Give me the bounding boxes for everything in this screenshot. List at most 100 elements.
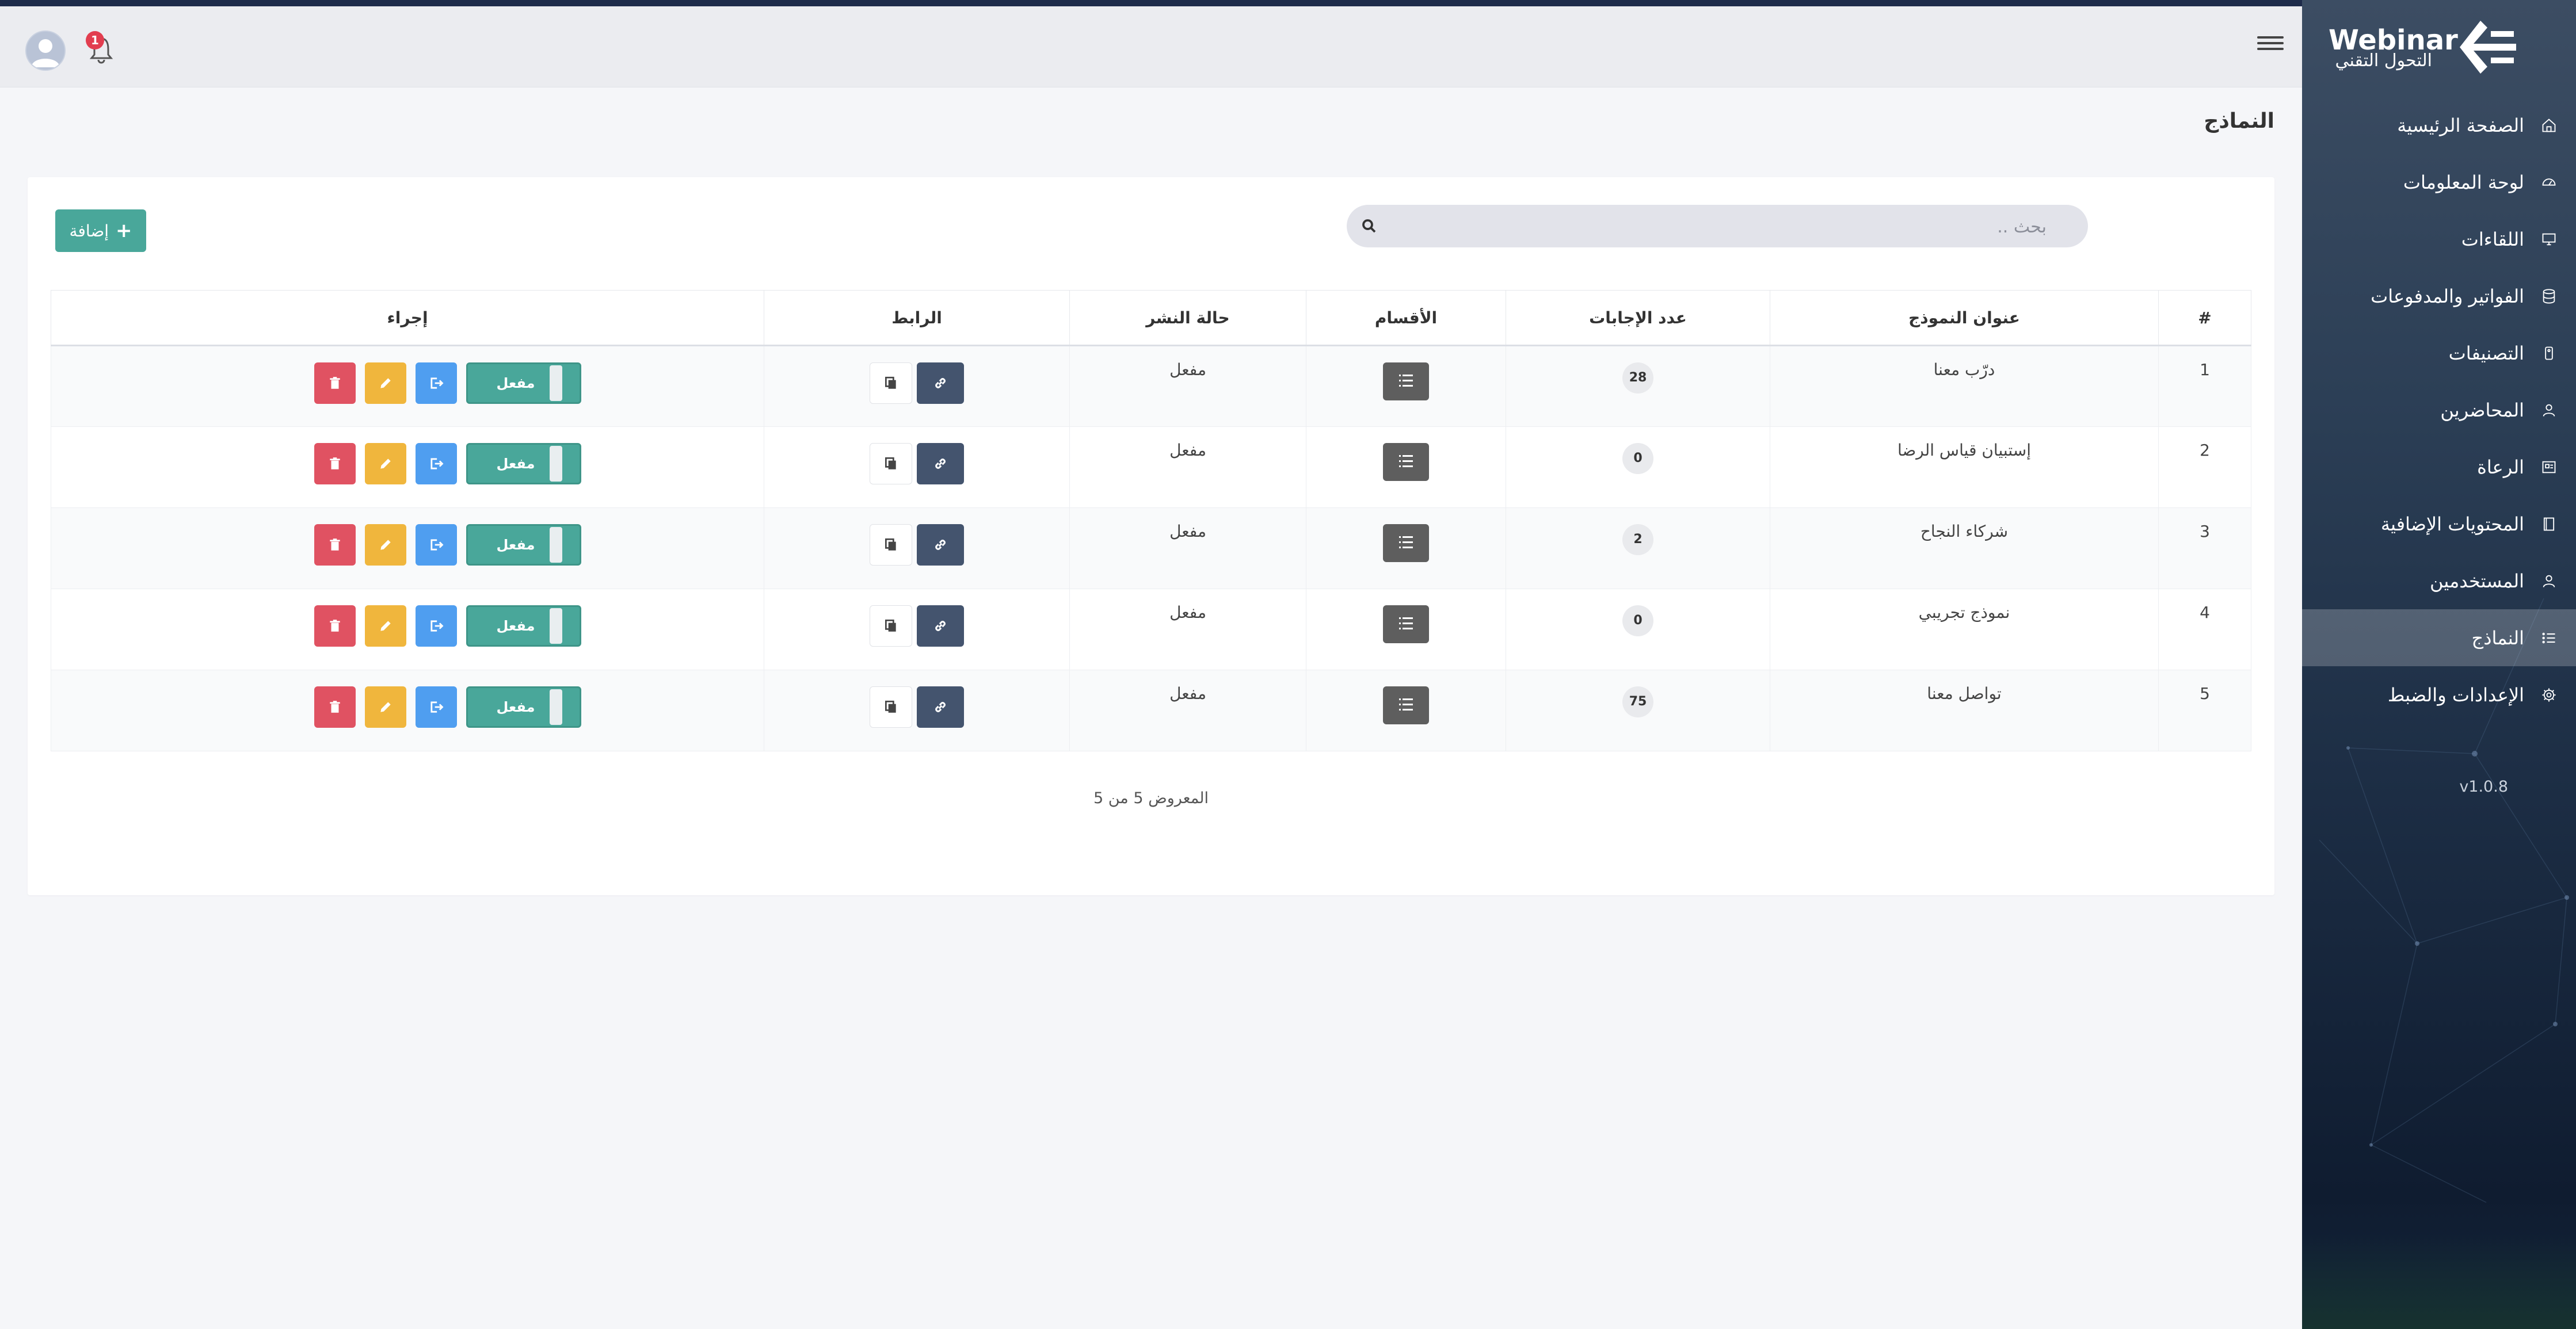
- col-header-action: إجراء: [51, 290, 764, 346]
- avatar[interactable]: [25, 30, 66, 71]
- delete-button[interactable]: [314, 443, 356, 484]
- sidebar-item-meetings[interactable]: اللقاءات: [2302, 211, 2576, 268]
- col-header-publish[interactable]: حالة النشر: [1069, 290, 1306, 346]
- sidebar-item-forms[interactable]: النماذج: [2302, 609, 2576, 666]
- cell-title: شركاء النجاح: [1770, 507, 2159, 589]
- sidebar-bottom: [2302, 1237, 2576, 1329]
- sidebar-item-settings[interactable]: الإعدادات والضبط: [2302, 666, 2576, 723]
- col-header-num: #: [2158, 290, 2251, 346]
- toggle-knob: [550, 608, 562, 644]
- copy-link-button[interactable]: [870, 524, 912, 566]
- edit-button[interactable]: [365, 362, 406, 404]
- trash-icon: [330, 620, 340, 632]
- col-header-link: الرابط: [764, 290, 1070, 346]
- toggle-label: مفعل: [496, 699, 535, 715]
- cell-publish: مفعل: [1069, 589, 1306, 670]
- sidebar-item-categories[interactable]: التصنيفات: [2302, 324, 2576, 381]
- table-row: 4 نموذج تجريبي 0 مفعل مفعل: [51, 589, 2251, 670]
- export-button[interactable]: [416, 524, 457, 566]
- logo-arrow-icon: [2460, 21, 2516, 74]
- dashboard-icon: [2540, 174, 2558, 191]
- edit-button[interactable]: [365, 686, 406, 728]
- edit-button[interactable]: [365, 605, 406, 647]
- pencil-icon: [380, 459, 391, 469]
- add-button[interactable]: + إضافة: [55, 209, 146, 252]
- export-icon: [430, 539, 444, 551]
- status-toggle[interactable]: مفعل: [466, 524, 581, 566]
- answers-badge: 2: [1622, 524, 1653, 555]
- status-toggle[interactable]: مفعل: [466, 362, 581, 404]
- list-icon: [1399, 455, 1413, 467]
- col-header-title[interactable]: عنوان النموذج: [1770, 290, 2159, 346]
- open-link-button[interactable]: [917, 605, 964, 647]
- table-row: 5 تواصل معنا 75 مفعل مفعل: [51, 670, 2251, 751]
- copy-icon: [885, 538, 896, 551]
- delete-button[interactable]: [314, 686, 356, 728]
- sidebar-item-extra-content[interactable]: المحتويات الإضافية: [2302, 495, 2576, 552]
- sidebar-item-users[interactable]: المستخدمين: [2302, 552, 2576, 609]
- sidebar-item-label: لوحة المعلومات: [2403, 171, 2524, 193]
- sections-button[interactable]: [1383, 362, 1429, 400]
- monitor-icon: [2540, 231, 2558, 248]
- copy-link-button[interactable]: [870, 443, 912, 484]
- open-link-button[interactable]: [917, 686, 964, 728]
- sidebar-item-invoices[interactable]: الفواتير والمدفوعات: [2302, 268, 2576, 324]
- search-input[interactable]: [1412, 205, 2048, 249]
- sections-button[interactable]: [1383, 524, 1429, 562]
- sections-button[interactable]: [1383, 443, 1429, 481]
- cell-sections: [1306, 589, 1506, 670]
- toggle-label: مفعل: [496, 618, 535, 634]
- export-button[interactable]: [416, 443, 457, 484]
- copy-link-button[interactable]: [870, 362, 912, 404]
- copy-icon: [885, 457, 896, 469]
- col-header-answers[interactable]: عدد الإجابات: [1506, 290, 1770, 346]
- copy-link-button[interactable]: [870, 605, 912, 647]
- export-button[interactable]: [416, 362, 457, 404]
- status-toggle[interactable]: مفعل: [466, 686, 581, 728]
- user-icon: [2540, 402, 2558, 419]
- link-group: [870, 362, 964, 404]
- edit-button[interactable]: [365, 524, 406, 566]
- sidebar-item-label: المحاضرين: [2440, 399, 2524, 421]
- cell-answers: 2: [1506, 507, 1770, 589]
- list-icon: [1399, 536, 1413, 548]
- top-stripe: [0, 0, 2576, 6]
- sections-button[interactable]: [1383, 686, 1429, 724]
- delete-button[interactable]: [314, 524, 356, 566]
- sidebar-item-sponsors[interactable]: الرعاة: [2302, 438, 2576, 495]
- sidebar-item-dashboard[interactable]: لوحة المعلومات: [2302, 154, 2576, 211]
- link-icon: [935, 621, 946, 631]
- toggle-knob: [550, 689, 562, 725]
- cell-answers: 28: [1506, 345, 1770, 427]
- home-icon: [2540, 117, 2558, 134]
- toggle-label: مفعل: [496, 537, 535, 553]
- export-button[interactable]: [416, 686, 457, 728]
- delete-button[interactable]: [314, 362, 356, 404]
- cell-num: 3: [2158, 507, 2251, 589]
- cell-actions: مفعل: [51, 670, 764, 751]
- copy-link-button[interactable]: [870, 686, 912, 728]
- cell-publish: مفعل: [1069, 345, 1306, 427]
- export-button[interactable]: [416, 605, 457, 647]
- open-link-button[interactable]: [917, 362, 964, 404]
- open-link-button[interactable]: [917, 443, 964, 484]
- sidebar-item-home[interactable]: الصفحة الرئيسية: [2302, 97, 2576, 154]
- cell-actions: مفعل: [51, 426, 764, 508]
- cell-link: [764, 589, 1070, 670]
- status-toggle[interactable]: مفعل: [466, 605, 581, 647]
- sidebar-item-lecturers[interactable]: المحاضرين: [2302, 381, 2576, 438]
- logo: Webinar التحول التقني: [2329, 18, 2518, 76]
- forms-table: # عنوان النموذج عدد الإجابات الأقسام حال…: [51, 290, 2251, 751]
- status-toggle[interactable]: مفعل: [466, 443, 581, 484]
- sidebar-nav: الصفحة الرئيسية لوحة المعلومات اللقاءات …: [2302, 97, 2576, 723]
- table-header-row: # عنوان النموذج عدد الإجابات الأقسام حال…: [51, 290, 2251, 346]
- cell-link: [764, 507, 1070, 589]
- open-link-button[interactable]: [917, 524, 964, 566]
- edit-button[interactable]: [365, 443, 406, 484]
- cell-answers: 75: [1506, 670, 1770, 751]
- sidebar-item-label: الفواتير والمدفوعات: [2371, 285, 2524, 307]
- menu-toggle-button[interactable]: [2257, 33, 2284, 56]
- delete-button[interactable]: [314, 605, 356, 647]
- toggle-label: مفعل: [496, 375, 535, 391]
- sections-button[interactable]: [1383, 605, 1429, 643]
